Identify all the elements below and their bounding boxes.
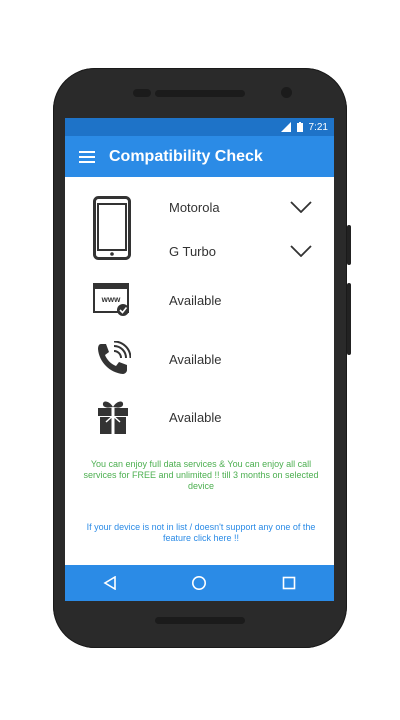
proximity-sensor [133, 89, 151, 97]
front-camera [281, 87, 292, 98]
signal-icon [280, 122, 291, 132]
model-value: G Turbo [169, 244, 216, 259]
home-circle-icon [192, 576, 207, 590]
brand-value: Motorola [169, 200, 220, 215]
gift-icon [98, 401, 128, 434]
menu-button[interactable] [65, 136, 109, 177]
battery-icon [296, 122, 303, 132]
offer-message: You can enjoy full data services & You c… [83, 459, 319, 491]
top-speaker [155, 90, 245, 97]
hamburger-menu-icon [79, 150, 95, 163]
recents-square-icon [282, 576, 296, 590]
chevron-down-icon [290, 201, 312, 213]
feature-row-call: Available [65, 341, 334, 377]
volume-button [347, 283, 351, 355]
feature-row-offer: Available [65, 399, 334, 435]
feature-status: Available [169, 352, 222, 367]
model-dropdown[interactable]: G Turbo [65, 241, 334, 261]
page-title: Compatibility Check [109, 147, 263, 165]
recents-button[interactable] [269, 565, 309, 601]
support-link[interactable]: If your device is not in list / doesn't … [79, 522, 323, 544]
nav-bar [65, 565, 334, 601]
phone-call-icon [98, 341, 131, 374]
power-button [347, 225, 351, 265]
home-button[interactable] [179, 565, 219, 601]
main-content: Motorola G Turbo www Available Available… [65, 177, 334, 583]
web-browser-check-icon: www [93, 283, 129, 316]
svg-text:www: www [101, 295, 121, 304]
feature-status: Available [169, 410, 222, 425]
bottom-speaker [155, 617, 245, 624]
chevron-down-icon [290, 245, 312, 257]
screen: 7:21 Compatibility Check Motorola G Turb… [65, 118, 334, 601]
back-button[interactable] [90, 565, 130, 601]
status-bar: 7:21 [65, 118, 334, 136]
feature-status: Available [169, 293, 222, 308]
brand-dropdown[interactable]: Motorola [65, 197, 334, 217]
status-time: 7:21 [308, 121, 328, 133]
back-triangle-icon [103, 576, 116, 590]
app-bar: Compatibility Check [65, 136, 334, 177]
feature-row-data: www Available [65, 283, 334, 319]
